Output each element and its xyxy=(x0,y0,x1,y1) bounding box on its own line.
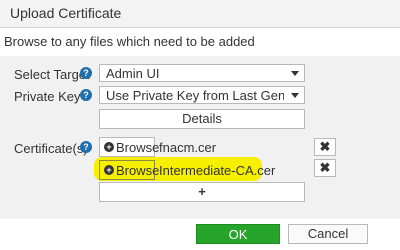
certificate-file-name: fnacm.cer xyxy=(159,140,217,155)
certificates-label: Certificate(s) xyxy=(14,141,88,156)
select-target-dropdown[interactable]: Admin UI xyxy=(99,64,305,82)
help-icon[interactable]: ? xyxy=(80,67,92,79)
add-certificate-button[interactable]: + xyxy=(99,182,305,202)
private-key-dropdown[interactable]: Use Private Key from Last Generated C xyxy=(99,86,305,104)
select-target-value: Admin UI xyxy=(106,66,160,81)
dialog-titlebar: Upload Certificate xyxy=(0,0,400,28)
cancel-button[interactable]: Cancel xyxy=(288,224,368,244)
browse-button[interactable]: + Browse xyxy=(99,137,159,157)
chevron-down-icon xyxy=(291,71,299,76)
plus-circle-icon: + xyxy=(104,142,114,152)
dialog-subtitle: Browse to any files which need to be add… xyxy=(4,34,255,49)
select-target-label: Select Target xyxy=(14,67,90,82)
ok-button[interactable]: OK xyxy=(196,224,280,244)
plus-circle-icon: + xyxy=(104,165,114,175)
details-button[interactable]: Details xyxy=(99,109,305,129)
remove-certificate-button[interactable]: ✖ xyxy=(314,159,336,177)
x-icon: ✖ xyxy=(319,160,331,175)
help-icon[interactable]: ? xyxy=(80,141,92,153)
x-icon: ✖ xyxy=(319,139,331,154)
private-key-label: Private Key xyxy=(14,89,81,104)
dialog-title: Upload Certificate xyxy=(10,5,122,21)
certificate-file-name: Intermediate-CA.cer xyxy=(159,163,276,178)
remove-certificate-button[interactable]: ✖ xyxy=(314,138,336,156)
help-icon[interactable]: ? xyxy=(80,89,92,101)
browse-button[interactable]: + Browse xyxy=(99,160,159,180)
chevron-down-icon xyxy=(291,93,299,98)
private-key-value: Use Private Key from Last Generated C xyxy=(106,88,284,103)
